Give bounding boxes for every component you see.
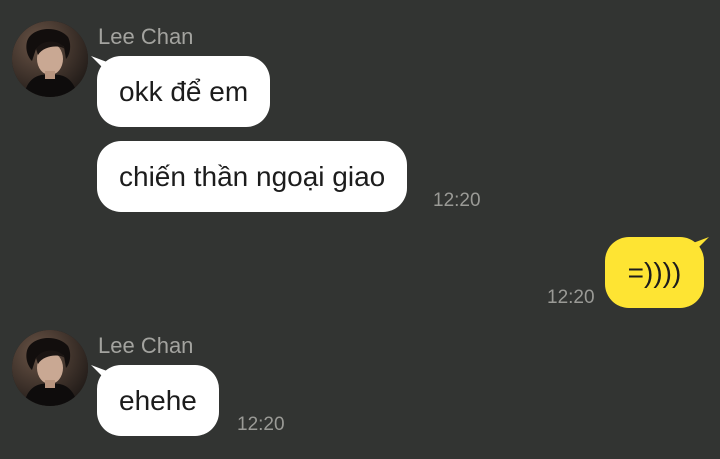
sender-name: Lee Chan	[98, 24, 194, 49]
profile-photo-avatar-icon	[12, 21, 88, 97]
bubble-tail	[693, 237, 709, 253]
message-bubble-own[interactable]: =))))	[605, 237, 704, 308]
chat-thread: Lee Chan okk để em chiến thần ngoại giao…	[0, 0, 720, 459]
sender-avatar[interactable]	[12, 330, 88, 406]
message-bubble[interactable]: okk để em	[97, 56, 271, 127]
sender-avatar[interactable]	[12, 21, 88, 97]
message-time: 12:20	[547, 287, 595, 308]
message-bubble[interactable]: ehehe	[97, 365, 219, 436]
message-time: 12:20	[237, 414, 285, 435]
message-bubble[interactable]: chiến thần ngoại giao	[97, 141, 408, 212]
message-time: 12:20	[433, 190, 481, 211]
sender-name: Lee Chan	[98, 333, 194, 358]
profile-photo-avatar-icon	[12, 330, 88, 406]
